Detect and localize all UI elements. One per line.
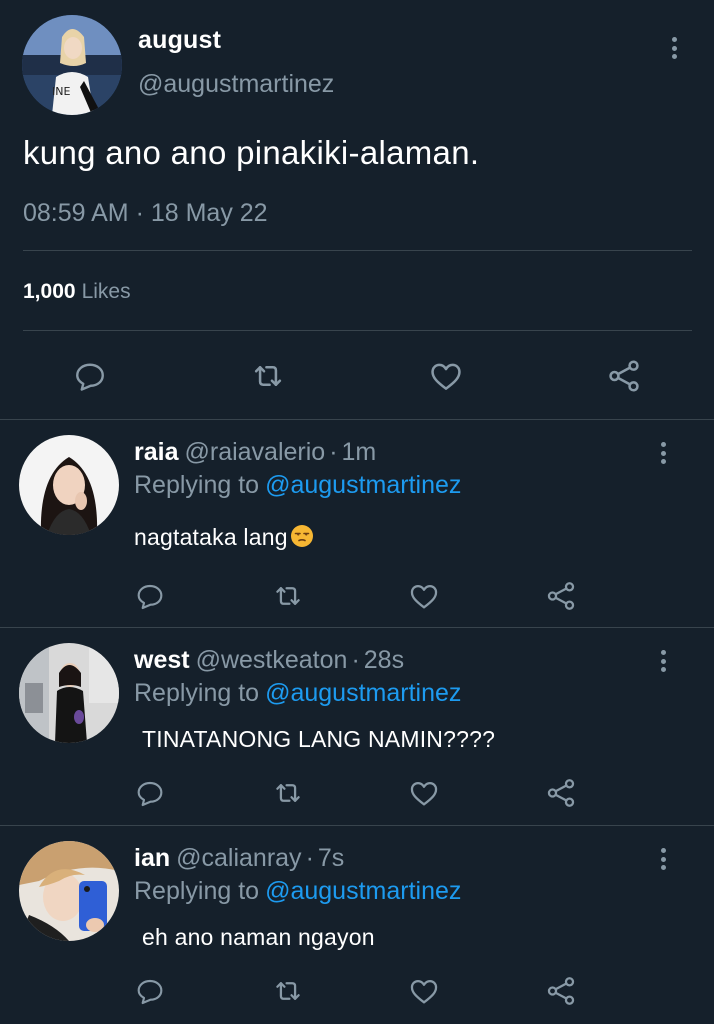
reply-time[interactable]: 7s [318, 844, 344, 872]
retweet-icon[interactable] [270, 973, 306, 1009]
mention-link[interactable]: @augustmartinez [265, 679, 461, 707]
like-icon[interactable] [426, 356, 466, 396]
reply-icon[interactable] [132, 578, 168, 614]
reply-tweet[interactable]: raia @raiavalerio · 1m Replying to @augustma… [0, 421, 714, 628]
reply-time[interactable]: 28s [364, 646, 404, 674]
svg-text:INE: INE [52, 85, 70, 98]
reply-author-handle[interactable]: @calianray [176, 844, 301, 872]
avatar[interactable] [19, 643, 119, 743]
reply-header: ian @calianray · 7s [134, 844, 344, 873]
replying-to-label: Replying to [134, 679, 260, 707]
divider [23, 250, 692, 251]
separator-dot: · [351, 646, 360, 674]
tweet-text: kung ano ano pinakiki-alaman. [23, 134, 480, 171]
separator-dot: · [305, 844, 314, 872]
avatar[interactable] [19, 435, 119, 535]
reply-text: eh ano naman ngayon [142, 924, 375, 950]
divider [23, 330, 692, 331]
tweet-thread-page: INE august @augustmartinez kung ano ano … [0, 0, 714, 1024]
reply-text: TINATANONG LANG NAMIN???? [142, 726, 496, 752]
reply-time[interactable]: 1m [342, 438, 377, 466]
share-icon[interactable] [543, 973, 579, 1009]
replying-to-label: Replying to [134, 877, 260, 905]
like-icon[interactable] [406, 775, 442, 811]
avatar[interactable] [19, 841, 119, 941]
share-icon[interactable] [604, 356, 644, 396]
like-icon[interactable] [406, 578, 442, 614]
avatar[interactable]: INE [22, 15, 122, 115]
likes-count: 1,000 [23, 280, 76, 303]
share-icon[interactable] [543, 578, 579, 614]
replying-to: Replying to @augustmartinez [134, 471, 461, 500]
more-options-icon[interactable] [658, 442, 668, 464]
mention-link[interactable]: @augustmartinez [265, 877, 461, 905]
reply-tweet[interactable]: west @westkeaton · 28s Replying to @augustma… [0, 629, 714, 826]
more-options-icon[interactable] [658, 650, 668, 672]
replying-to: Replying to @augustmartinez [134, 877, 461, 906]
likes-stat[interactable]: 1,000 Likes [23, 280, 131, 304]
separator-dot: · [329, 438, 338, 466]
reply-author-name[interactable]: west [134, 646, 190, 674]
reply-header: raia @raiavalerio · 1m [134, 438, 376, 467]
tweet-timestamp[interactable]: 08:59 AM · 18 May 22 [23, 199, 268, 228]
reply-icon[interactable] [132, 775, 168, 811]
author-handle[interactable]: @augustmartinez [138, 70, 334, 99]
replying-to: Replying to @augustmartinez [134, 679, 461, 708]
retweet-icon[interactable] [248, 356, 288, 396]
reply-author-handle[interactable]: @westkeaton [196, 646, 348, 674]
reply-tweet[interactable]: ian @calianray · 7s Replying to @augustmarti… [0, 827, 714, 1024]
reply-author-handle[interactable]: @raiavalerio [184, 438, 325, 466]
retweet-icon[interactable] [270, 775, 306, 811]
reply-text: nagtataka lang [134, 524, 314, 551]
reply-author-name[interactable]: raia [134, 438, 178, 466]
share-icon[interactable] [543, 775, 579, 811]
reply-text-content: nagtataka lang [134, 524, 288, 550]
reply-icon[interactable] [132, 973, 168, 1009]
mention-link[interactable]: @augustmartinez [265, 471, 461, 499]
reply-author-name[interactable]: ian [134, 844, 170, 872]
unamused-face-icon [290, 525, 313, 547]
replying-to-label: Replying to [134, 471, 260, 499]
author-name[interactable]: august [138, 26, 221, 55]
likes-label: Likes [81, 280, 131, 303]
main-tweet: INE august @augustmartinez kung ano ano … [0, 0, 714, 420]
like-icon[interactable] [406, 973, 442, 1009]
retweet-icon[interactable] [270, 578, 306, 614]
reply-header: west @westkeaton · 28s [134, 646, 404, 675]
more-options-icon[interactable] [658, 848, 668, 870]
more-options-icon[interactable] [669, 37, 679, 59]
reply-icon[interactable] [70, 356, 110, 396]
